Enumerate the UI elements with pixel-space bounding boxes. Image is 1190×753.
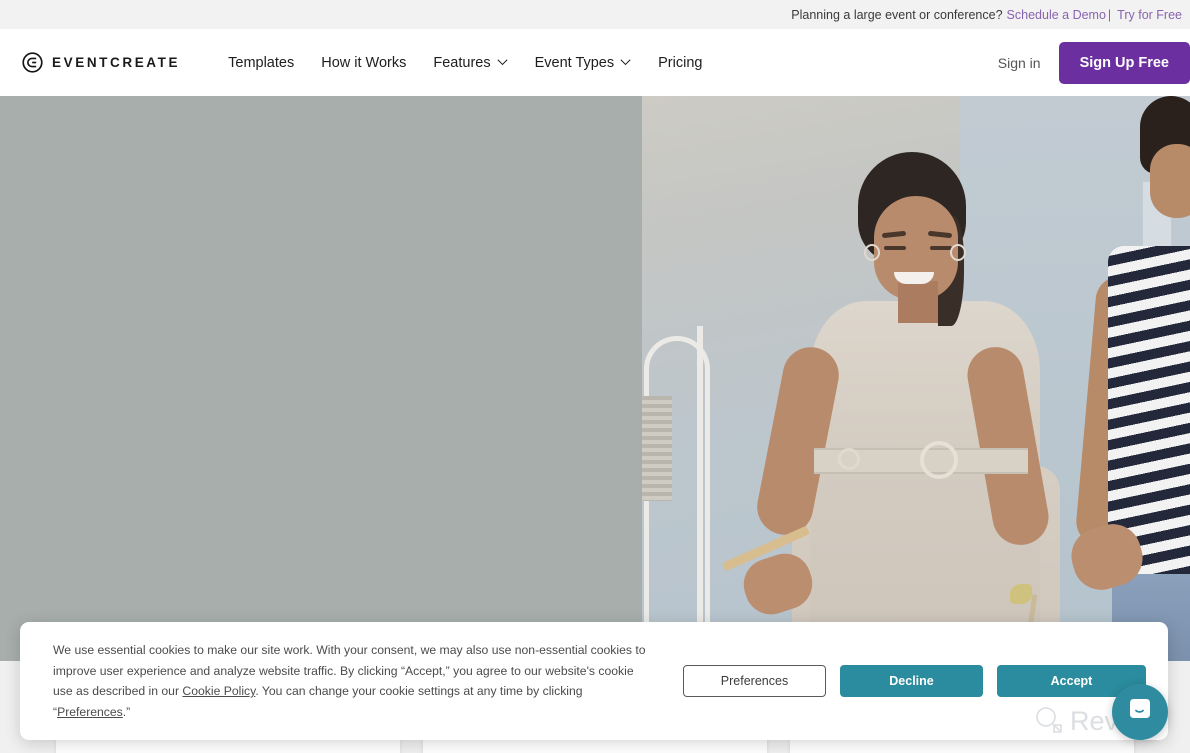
photo-eye-right <box>930 246 952 250</box>
photo-man-face <box>1150 144 1190 218</box>
announcement-text: Planning a large event or conference? <box>791 7 1003 22</box>
brand-logo[interactable]: EVENTCREATE <box>22 52 180 73</box>
nav-item-features[interactable]: Features <box>433 54 508 71</box>
sign-in-link[interactable]: Sign in <box>998 55 1041 71</box>
photo-eye-left <box>884 246 906 250</box>
nav-item-event-types[interactable]: Event Types <box>535 55 632 71</box>
schedule-demo-link[interactable]: Schedule a Demo <box>1007 8 1106 22</box>
nav-item-how-it-works[interactable]: How it Works <box>321 55 406 71</box>
cookie-policy-link[interactable]: Cookie Policy <box>182 684 255 698</box>
photo-earring-left <box>864 244 880 261</box>
try-for-free-link[interactable]: Try for Free <box>1117 8 1182 22</box>
hero-left-panel <box>0 96 642 661</box>
chevron-down-icon <box>620 59 631 66</box>
chat-smiley-icon <box>1125 695 1155 730</box>
nav-links: Templates How it Works Features Event Ty… <box>228 55 702 71</box>
announcement-separator: | <box>1107 7 1112 22</box>
sign-up-free-button[interactable]: Sign Up Free <box>1058 41 1190 84</box>
photo-plant-bud <box>1010 584 1032 604</box>
main-navbar: EVENTCREATE Templates How it Works Featu… <box>0 29 1190 96</box>
cookie-decline-button[interactable]: Decline <box>840 665 983 697</box>
photo-woman-neck <box>898 281 938 323</box>
chevron-down-icon <box>497 59 508 66</box>
photo-belt-buckle <box>920 441 958 479</box>
nav-item-templates[interactable]: Templates <box>228 55 294 71</box>
nav-item-label: Templates <box>228 54 295 71</box>
nav-item-pricing[interactable]: Pricing <box>658 55 702 71</box>
photo-earring-right <box>950 244 966 261</box>
eventcreate-logo-icon <box>22 52 43 73</box>
announcement-bar: Planning a large event or conference? Sc… <box>0 0 1190 29</box>
photo-hanging-textile <box>642 396 672 501</box>
brand-name: EVENTCREATE <box>52 55 181 70</box>
photo-smile <box>894 272 934 284</box>
cookie-banner-text: We use essential cookies to make our sit… <box>53 640 649 722</box>
nav-item-label: How it Works <box>321 54 407 71</box>
photo-rack-post <box>697 326 703 661</box>
nav-item-label: Event Types <box>534 54 615 71</box>
nav-item-label: Features <box>433 54 491 71</box>
cookie-consent-banner: We use essential cookies to make our sit… <box>20 622 1168 740</box>
cookie-text-part-3: .” <box>122 704 131 719</box>
hero-section: Create a Beautiful Event Website. Truste… <box>0 96 1190 661</box>
hero-photo <box>642 96 1190 661</box>
cookie-preferences-button[interactable]: Preferences <box>683 665 826 697</box>
nav-right-actions: Sign in Sign Up Free <box>998 41 1190 84</box>
photo-belt-ring <box>838 448 860 470</box>
cookie-banner-actions: Preferences Decline Accept <box>683 665 1146 697</box>
preferences-inline-link[interactable]: Preferences <box>57 705 123 719</box>
chat-widget-button[interactable] <box>1112 684 1168 740</box>
nav-item-label: Pricing <box>658 54 703 71</box>
